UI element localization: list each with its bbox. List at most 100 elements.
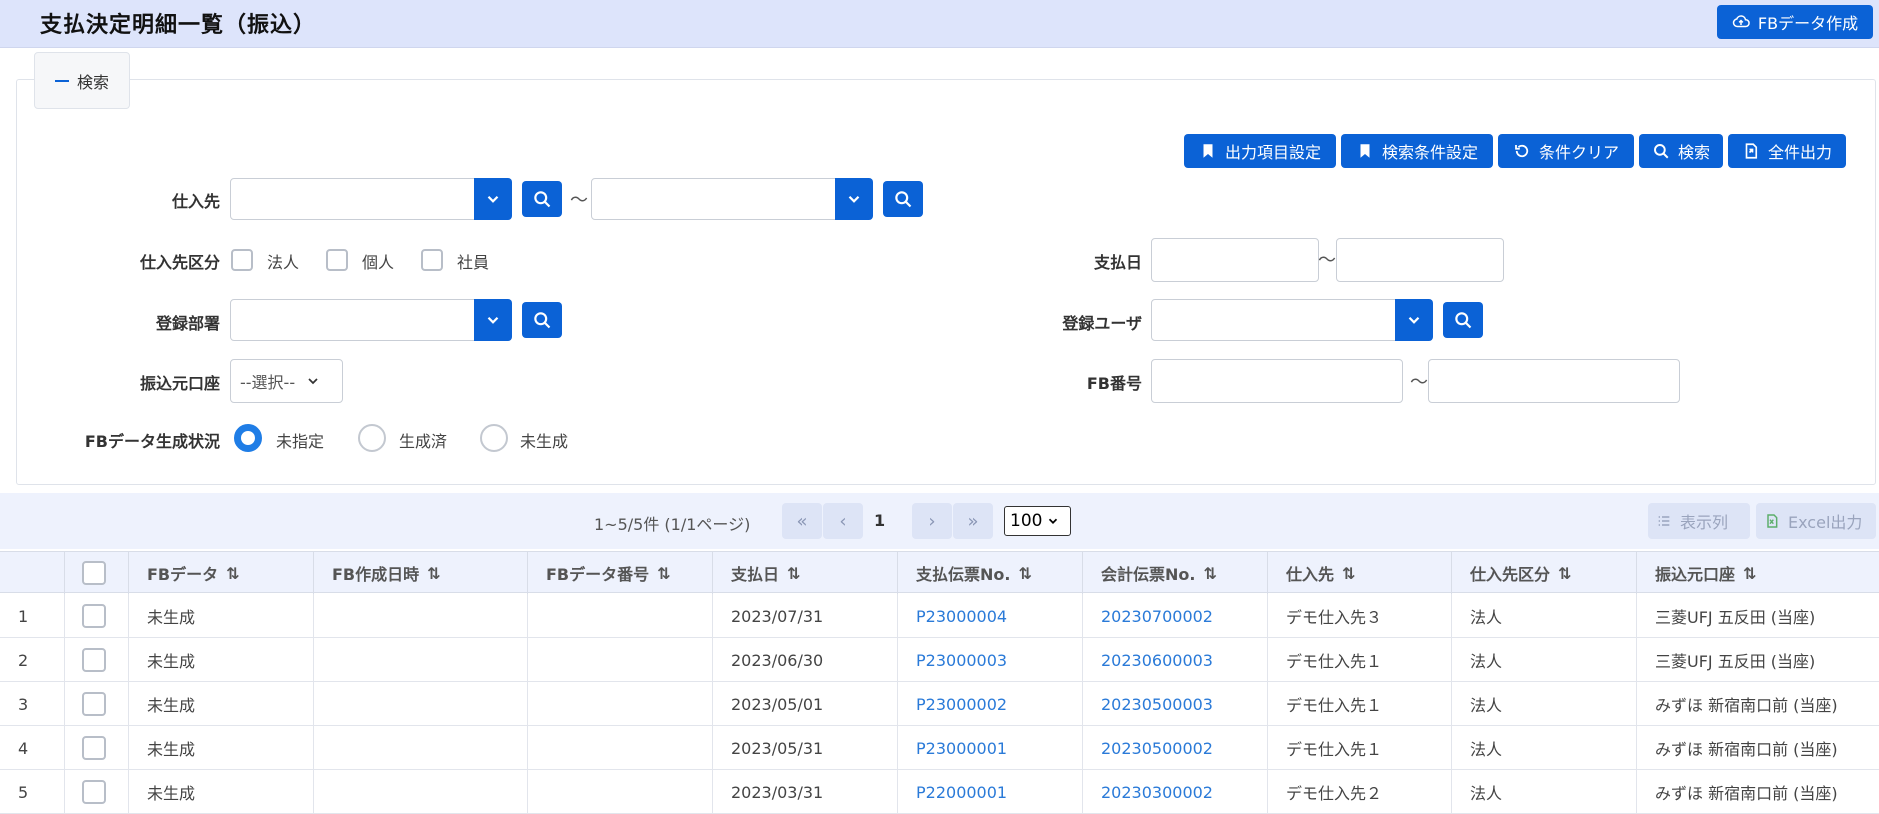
cell-no: 1 bbox=[0, 594, 65, 638]
cell-pay-date: 2023/03/31 bbox=[713, 770, 898, 814]
range-separator: ～ bbox=[570, 190, 588, 211]
col-acct-slip[interactable]: 会計伝票No. ⇅ bbox=[1083, 552, 1268, 594]
cell-pay-slip[interactable]: P22000001 bbox=[898, 770, 1083, 814]
cell-pay-slip[interactable]: P23000002 bbox=[898, 682, 1083, 726]
col-account[interactable]: 振込元口座 ⇅ bbox=[1637, 552, 1879, 594]
supplier-type-individual-checkbox[interactable] bbox=[326, 249, 348, 271]
dept-search-button[interactable] bbox=[522, 302, 562, 338]
table-row[interactable]: 4 未生成 2023/05/31 P23000001 20230500002 デモ仕入先１… bbox=[0, 726, 1879, 770]
user-input[interactable] bbox=[1151, 299, 1396, 341]
pay-date-to-input[interactable] bbox=[1336, 238, 1504, 282]
supplier-to-input[interactable] bbox=[591, 178, 836, 220]
col-fb-created[interactable]: FB作成日時 ⇅ bbox=[314, 552, 528, 594]
supplier-to-dropdown[interactable] bbox=[835, 178, 873, 220]
col-fb-number[interactable]: FBデータ番号 ⇅ bbox=[528, 552, 713, 594]
current-page[interactable]: 1 bbox=[874, 511, 885, 530]
fb-status-generated-radio[interactable] bbox=[358, 424, 386, 452]
cell-fb-no bbox=[528, 594, 713, 638]
row-checkbox[interactable] bbox=[82, 692, 106, 716]
account-select[interactable]: --選択-- bbox=[230, 359, 343, 403]
user-search-button[interactable] bbox=[1443, 302, 1483, 338]
dept-input[interactable] bbox=[230, 299, 475, 341]
cell-acct-slip[interactable]: 20230500002 bbox=[1083, 726, 1268, 770]
row-checkbox[interactable] bbox=[82, 736, 106, 760]
cell-acct-slip[interactable]: 20230500003 bbox=[1083, 682, 1268, 726]
excel-export-button[interactable]: Excel出力 bbox=[1756, 503, 1876, 539]
supplier-type-employee-checkbox[interactable] bbox=[421, 249, 443, 271]
supplier-from-dropdown[interactable] bbox=[474, 178, 512, 220]
table-row[interactable]: 3 未生成 2023/05/01 P23000002 20230500003 デモ仕入先１… bbox=[0, 682, 1879, 726]
cell-fb: 未生成 bbox=[129, 594, 314, 638]
table-row[interactable]: 5 未生成 2023/03/31 P22000001 20230300002 デモ仕入先２… bbox=[0, 770, 1879, 814]
cell-fb-date bbox=[314, 726, 528, 770]
search-conditions-button[interactable]: 検索条件設定 bbox=[1341, 134, 1493, 168]
cell-supplier: デモ仕入先１ bbox=[1268, 638, 1452, 682]
search-icon bbox=[1455, 312, 1472, 329]
cell-pay-slip[interactable]: P23000003 bbox=[898, 638, 1083, 682]
cell-pay-slip[interactable]: P23000001 bbox=[898, 726, 1083, 770]
col-pay-slip[interactable]: 支払伝票No. ⇅ bbox=[898, 552, 1083, 594]
supplier-from-search-button[interactable] bbox=[522, 181, 562, 217]
supplier-type-corporate-label: 法人 bbox=[267, 253, 300, 272]
fb-status-unspecified-radio[interactable] bbox=[234, 424, 262, 452]
supplier-type-label: 仕入先区分 bbox=[139, 253, 220, 272]
user-dropdown[interactable] bbox=[1395, 299, 1433, 341]
cell-acct-slip[interactable]: 20230700002 bbox=[1083, 594, 1268, 638]
sort-icon[interactable]: ⇅ bbox=[1342, 564, 1355, 583]
next-page-button[interactable]: › bbox=[912, 503, 952, 539]
col-supplier[interactable]: 仕入先 ⇅ bbox=[1268, 552, 1452, 594]
range-separator: ～ bbox=[1318, 250, 1336, 271]
search-toggle[interactable]: 検索 bbox=[34, 52, 130, 109]
clear-conditions-button[interactable]: 条件クリア bbox=[1498, 134, 1634, 168]
table-header: FBデータ ⇅ FB作成日時 ⇅ FBデータ番号 ⇅ 支払日 ⇅ 支払伝票No. ⇅ 会計… bbox=[0, 551, 1879, 594]
cell-fb: 未生成 bbox=[129, 682, 314, 726]
col-fb-data[interactable]: FBデータ ⇅ bbox=[129, 552, 314, 594]
table-row[interactable]: 1 未生成 2023/07/31 P23000004 20230700002 デモ仕入先３… bbox=[0, 594, 1879, 638]
cell-supplier: デモ仕入先１ bbox=[1268, 726, 1452, 770]
col-supplier-type[interactable]: 仕入先区分 ⇅ bbox=[1452, 552, 1637, 594]
prev-page-button[interactable]: ‹ bbox=[823, 503, 863, 539]
row-checkbox[interactable] bbox=[82, 648, 106, 672]
last-page-button[interactable]: » bbox=[953, 503, 993, 539]
cell-acct-slip[interactable]: 20230600003 bbox=[1083, 638, 1268, 682]
fb-number-to-input[interactable] bbox=[1428, 359, 1680, 403]
export-all-button[interactable]: 全件出力 bbox=[1728, 134, 1846, 168]
output-items-button[interactable]: 出力項目設定 bbox=[1184, 134, 1336, 168]
sort-icon[interactable]: ⇅ bbox=[1203, 564, 1216, 583]
search-icon bbox=[895, 191, 912, 208]
dept-dropdown[interactable] bbox=[474, 299, 512, 341]
page-size-select[interactable]: 100 bbox=[1004, 506, 1071, 536]
first-page-button[interactable]: « bbox=[782, 503, 822, 539]
search-button[interactable]: 検索 bbox=[1639, 134, 1723, 168]
sort-icon[interactable]: ⇅ bbox=[787, 564, 800, 583]
sort-icon[interactable]: ⇅ bbox=[1558, 564, 1571, 583]
row-checkbox[interactable] bbox=[82, 604, 106, 628]
row-checkbox[interactable] bbox=[82, 780, 106, 804]
columns-button[interactable]: 表示列 bbox=[1648, 503, 1750, 539]
sort-icon[interactable]: ⇅ bbox=[226, 564, 239, 583]
supplier-type-corporate-checkbox[interactable] bbox=[231, 249, 253, 271]
cell-pay-slip[interactable]: P23000004 bbox=[898, 594, 1083, 638]
dept-label: 登録部署 bbox=[155, 314, 220, 333]
sort-icon[interactable]: ⇅ bbox=[427, 564, 440, 583]
sort-icon[interactable]: ⇅ bbox=[1018, 564, 1031, 583]
supplier-to-search-button[interactable] bbox=[883, 181, 923, 217]
fb-create-button[interactable]: FBデータ作成 bbox=[1717, 5, 1873, 39]
supplier-from-input[interactable] bbox=[230, 178, 475, 220]
table-row[interactable]: 2 未生成 2023/06/30 P23000003 20230600003 デモ仕入先１… bbox=[0, 638, 1879, 682]
select-all-checkbox[interactable] bbox=[82, 561, 106, 585]
chevron-down-icon bbox=[848, 195, 860, 203]
sort-icon[interactable]: ⇅ bbox=[657, 564, 670, 583]
fb-number-from-input[interactable] bbox=[1151, 359, 1403, 403]
pay-date-from-input[interactable] bbox=[1151, 238, 1319, 282]
cell-acct-slip[interactable]: 20230300002 bbox=[1083, 770, 1268, 814]
pay-date-label: 支払日 bbox=[1093, 253, 1142, 272]
row-select-cell bbox=[65, 770, 129, 814]
row-number-header bbox=[0, 552, 65, 594]
col-pay-date[interactable]: 支払日 ⇅ bbox=[713, 552, 898, 594]
search-conditions-label: 検索条件設定 bbox=[1381, 143, 1478, 162]
chevron-down-icon bbox=[1408, 316, 1420, 324]
sort-icon[interactable]: ⇅ bbox=[1743, 564, 1756, 583]
fb-status-not-generated-radio[interactable] bbox=[480, 424, 508, 452]
row-select-cell bbox=[65, 638, 129, 682]
